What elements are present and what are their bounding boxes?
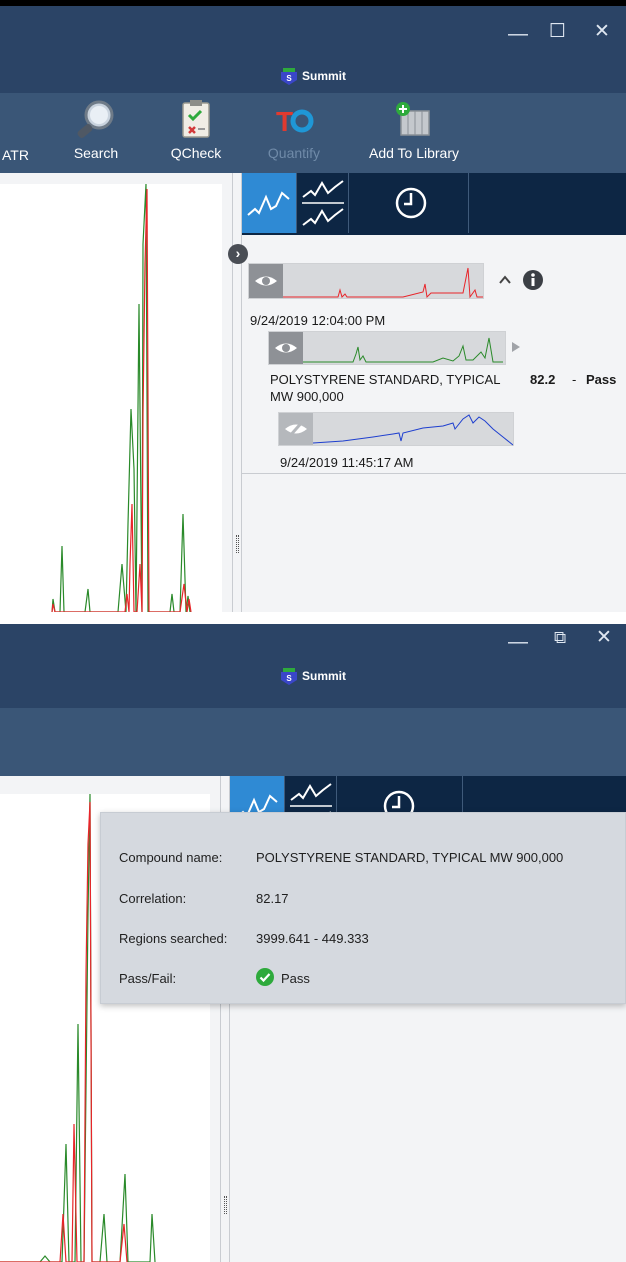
window-top-view: — ☐ ✕ S Summit ATR Search QCheck T Quant…	[0, 0, 626, 612]
library-spectrum-mini	[303, 337, 503, 363]
collapse-arrow-icon[interactable]: ›	[228, 244, 248, 264]
sample-spectrum-thumb[interactable]	[248, 263, 484, 299]
title-bar: — ☐ ✕ S Summit	[0, 0, 626, 93]
quantify-button[interactable]: T Quantify	[262, 97, 326, 161]
eye-hidden-icon[interactable]	[279, 413, 313, 445]
splitter-grip[interactable]	[224, 1196, 227, 1214]
check-circle-icon	[256, 968, 274, 986]
sample-spectrum-mini	[283, 267, 483, 299]
stacked-spectra-icon	[302, 180, 344, 226]
results-panel: › 9/24/2019 12:04:00 PM POLYSTYRENE STAN…	[228, 173, 626, 612]
qcheck-label: QCheck	[170, 145, 222, 161]
splitter-grip[interactable]	[236, 535, 239, 553]
library-match-thumb[interactable]	[268, 331, 506, 365]
ribbon-toolbar	[0, 708, 626, 776]
summit-logo-icon: S	[280, 68, 297, 85]
app-title-text: Summit	[301, 69, 346, 84]
info-icon[interactable]	[522, 269, 544, 291]
correlation-label: Correlation:	[119, 891, 187, 906]
match-score: 82.2	[530, 372, 556, 387]
spectrum-plot	[0, 183, 222, 612]
panel-splitter[interactable]	[232, 173, 242, 612]
match-compound-name: POLYSTYRENE STANDARD, TYPICAL	[270, 372, 501, 387]
app-title: S Summit	[0, 68, 626, 86]
results-tab-bar	[242, 173, 626, 235]
background-spectrum-thumb[interactable]	[278, 412, 514, 446]
overlay-spectrum-chart	[51, 183, 192, 612]
add-to-library-button[interactable]: Add To Library	[358, 97, 470, 161]
magnifier-icon	[77, 100, 114, 138]
tab-spectrum-view[interactable]	[242, 173, 297, 233]
match-compound-name-line2: MW 900,000	[270, 389, 344, 404]
summit-logo-icon: S	[280, 668, 297, 685]
play-arrow-icon[interactable]	[510, 341, 522, 353]
pass-fail-label: Pass/Fail:	[119, 971, 177, 986]
tab-history[interactable]	[349, 173, 469, 233]
atr-label: ATR	[2, 147, 29, 163]
close-button[interactable]: ✕	[596, 628, 612, 648]
compound-name-label: Compound name:	[119, 850, 223, 865]
restore-button[interactable]: ⧉	[554, 628, 566, 648]
regions-searched-label: Regions searched:	[119, 931, 228, 946]
spectrum-icon	[247, 191, 290, 216]
clock-icon	[395, 187, 427, 219]
maximize-button[interactable]: ☐	[549, 22, 566, 42]
correlation-value: 82.17	[256, 891, 289, 906]
ribbon-toolbar: ATR Search QCheck T Quantify Add To Libr…	[0, 93, 626, 173]
add-library-icon	[396, 102, 430, 136]
tq-logo-icon: T	[276, 106, 314, 137]
close-button[interactable]: ✕	[594, 22, 610, 42]
search-button[interactable]: Search	[66, 97, 126, 161]
minimize-button[interactable]: —	[508, 24, 528, 44]
search-label: Search	[73, 145, 119, 161]
add-to-library-label: Add To Library	[368, 145, 459, 161]
svg-text:S: S	[286, 74, 292, 83]
svg-text:S: S	[286, 674, 292, 683]
tab-stacked-view[interactable]	[297, 173, 349, 233]
background-timestamp: 9/24/2019 11:45:17 AM	[280, 455, 414, 470]
quantify-label: Quantify	[267, 145, 321, 161]
eye-icon[interactable]	[269, 332, 303, 364]
sample-timestamp: 9/24/2019 12:04:00 PM	[250, 313, 386, 328]
match-details-tooltip: Compound name: POLYSTYRENE STANDARD, TYP…	[100, 812, 626, 1004]
minimize-button[interactable]: —	[508, 632, 528, 652]
pass-fail-value: Pass	[281, 971, 310, 986]
match-status: Pass	[586, 372, 617, 387]
atr-button[interactable]: ATR	[2, 147, 29, 163]
clipboard-check-icon	[182, 100, 210, 138]
window-tooltip-view: — ⧉ ✕ S Summit Compound name: POLYSTYREN…	[0, 624, 626, 1262]
divider	[242, 473, 626, 474]
app-title: S Summit	[0, 668, 626, 686]
eye-icon[interactable]	[249, 264, 283, 298]
compound-name-value: POLYSTYRENE STANDARD, TYPICAL MW 900,000	[256, 850, 564, 865]
regions-searched-value: 3999.641 - 449.333	[256, 931, 369, 946]
app-title-text: Summit	[301, 669, 346, 684]
match-separator: -	[572, 372, 577, 387]
chevron-up-icon[interactable]	[498, 273, 512, 287]
qcheck-button[interactable]: QCheck	[164, 97, 228, 161]
background-spectrum-mini	[313, 414, 513, 446]
